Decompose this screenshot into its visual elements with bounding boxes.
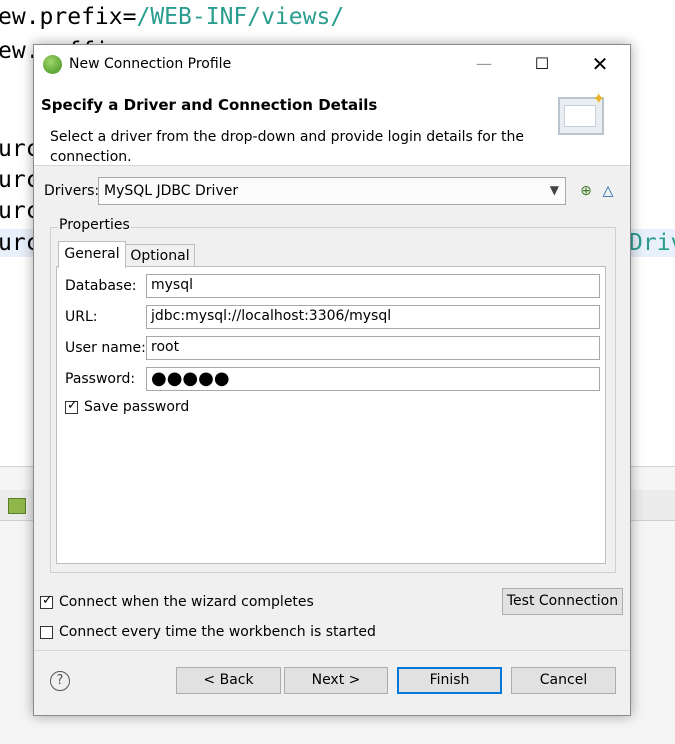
password-input[interactable]: ●●●●● (146, 367, 600, 391)
data-source-explorer-icon (8, 498, 26, 514)
wizard-header: Specify a Driver and Connection Details … (34, 83, 630, 166)
database-label: Database: (65, 278, 137, 294)
url-input[interactable]: jdbc:mysql://localhost:3306/mysql (146, 305, 600, 329)
finish-button[interactable]: Finish (397, 667, 502, 694)
new-connection-profile-dialog: New Connection Profile — ☐ ✕ Specify a D… (33, 44, 631, 716)
cancel-button[interactable]: Cancel (511, 667, 616, 694)
footer-separator (34, 650, 630, 651)
maximize-icon[interactable]: ☐ (520, 51, 564, 77)
edit-driver-icon[interactable]: △ (600, 183, 616, 199)
wizard-page-title: Specify a Driver and Connection Details (41, 96, 378, 114)
title-bar[interactable]: New Connection Profile — ☐ ✕ (34, 45, 630, 83)
eclipse-icon (43, 55, 62, 74)
new-driver-icon[interactable]: ⊕ (578, 183, 594, 199)
username-label: User name: (65, 340, 146, 356)
tab-general[interactable]: General (58, 241, 126, 268)
drivers-selected-value: MySQL JDBC Driver (104, 183, 239, 199)
wizard-page-description: Select a driver from the drop-down and p… (50, 129, 524, 165)
connect-when-complete-checkbox[interactable]: ✓ (40, 593, 53, 609)
password-label: Password: (65, 371, 136, 387)
save-password-label: Save password (84, 399, 190, 415)
test-connection-button[interactable]: Test Connection (502, 588, 623, 615)
url-label: URL: (65, 309, 98, 325)
connect-every-time-checkbox[interactable] (40, 626, 53, 639)
code-fragment: Driv (629, 230, 675, 256)
dialog-title: New Connection Profile (69, 56, 232, 72)
connect-when-complete-label: Connect when the wizard completes (59, 594, 314, 610)
save-password-checkbox[interactable]: ✓ (65, 398, 78, 414)
code-line-1: ew.prefix=/WEB-INF/views/ (0, 4, 345, 30)
username-input[interactable]: root (146, 336, 600, 360)
help-icon[interactable]: ? (50, 671, 70, 691)
properties-label: Properties (58, 217, 131, 233)
database-input[interactable]: mysql (146, 274, 600, 298)
close-icon[interactable]: ✕ (578, 51, 622, 77)
connection-wizard-banner-icon: ✦ (558, 89, 605, 135)
tab-optional[interactable]: Optional (125, 244, 195, 267)
next-button[interactable]: Next > (284, 667, 388, 694)
back-button[interactable]: < Back (176, 667, 281, 694)
drivers-label: Drivers: (44, 183, 100, 199)
drivers-dropdown[interactable]: MySQL JDBC Driver ▼ (98, 177, 566, 205)
connect-every-time-label: Connect every time the workbench is star… (59, 624, 376, 640)
minimize-icon[interactable]: — (462, 51, 506, 77)
chevron-down-icon: ▼ (549, 183, 559, 197)
